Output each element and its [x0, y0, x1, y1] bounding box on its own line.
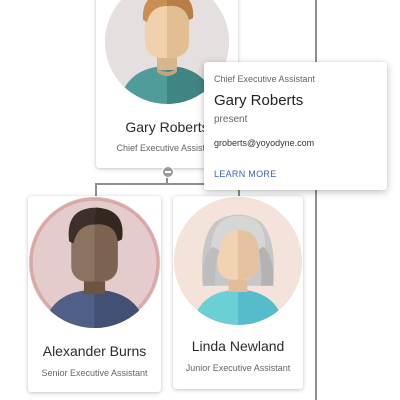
org-card-left[interactable]: Alexander Burns Senior Executive Assista… [28, 196, 161, 392]
person-title: Junior Executive Assistant [185, 363, 291, 373]
person-name: Linda Newland [191, 338, 285, 354]
avatar [174, 197, 302, 325]
person-name: Alexander Burns [42, 343, 147, 359]
popup-title: Chief Executive Assistant [214, 74, 316, 84]
avatar [29, 197, 160, 328]
learn-more-link[interactable]: LEARN MORE [212, 168, 279, 180]
person-title: Senior Executive Assistant [41, 368, 148, 378]
person-detail-popup: Chief Executive Assistant Gary Roberts p… [204, 62, 387, 190]
collapse-toggle-icon[interactable] [162, 166, 174, 178]
org-card-right[interactable]: Linda Newland Junior Executive Assistant [173, 196, 303, 389]
popup-status: present [214, 114, 248, 125]
connector-line-left-drop [95, 183, 97, 197]
avatar-man-dark-icon [29, 197, 160, 328]
popup-name: Gary Roberts [214, 92, 304, 109]
connector-line-right [315, 0, 317, 400]
popup-email[interactable]: groberts@yoyodyne.com [214, 138, 314, 148]
avatar-woman-gray-hair-icon [174, 197, 302, 325]
